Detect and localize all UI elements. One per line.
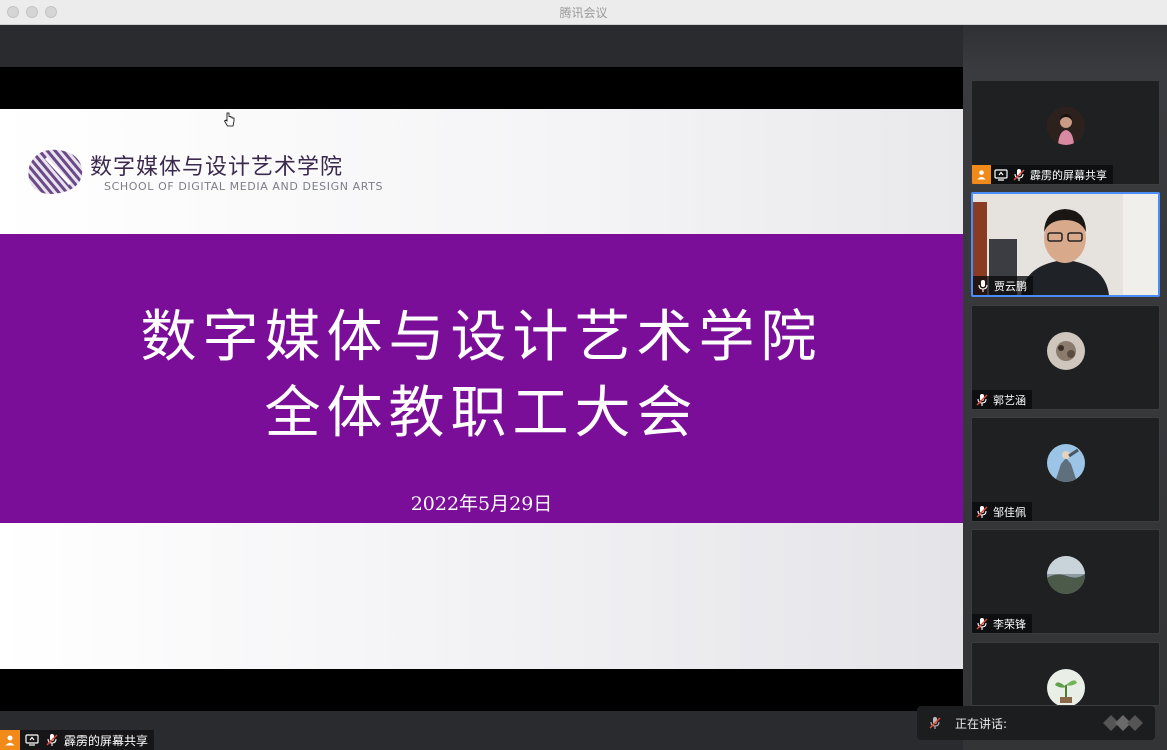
letterbox-top	[0, 67, 963, 109]
mic-muted-icon	[927, 715, 943, 731]
school-logo-icon	[28, 149, 83, 194]
participant-tile[interactable]	[971, 642, 1160, 706]
slide-title-line1: 数字媒体与设计艺术学院	[140, 305, 823, 370]
mic-muted-icon	[974, 392, 990, 408]
slide-date: 2022年5月29日	[410, 493, 553, 515]
screen-share-icon	[24, 732, 40, 748]
participant-name-bar: 霹雳的屏幕共享	[972, 165, 1113, 184]
screen-share-icon	[993, 167, 1009, 183]
mic-muted-icon	[44, 732, 60, 748]
participant-avatar	[1047, 107, 1085, 145]
participant-name-bar: 郭艺涵	[972, 390, 1032, 409]
window-titlebar: 腾讯会议	[0, 0, 1167, 25]
participant-avatar	[1047, 669, 1085, 705]
presentation-slide: 数字媒体与设计艺术学院 SCHOOL OF DIGITAL MEDIA AND …	[0, 109, 963, 669]
mic-muted-icon	[974, 504, 990, 520]
speaking-indicator: 正在讲话:	[917, 706, 1155, 740]
slide-bottom-area	[0, 523, 963, 669]
participant-name: 贾云鹏	[994, 279, 1027, 293]
mic-muted-icon	[974, 616, 990, 632]
hand-cursor-icon	[223, 112, 235, 127]
slide-title-line2: 全体教职工大会	[264, 381, 699, 446]
participant-avatar	[1047, 444, 1085, 482]
participant-video-tile[interactable]: 贾云鹏	[971, 192, 1160, 297]
participant-tile[interactable]: 李荣锋	[971, 529, 1160, 634]
participant-avatar	[1047, 332, 1085, 370]
mic-icon	[975, 278, 991, 294]
window-title: 腾讯会议	[559, 6, 608, 20]
speaking-label: 正在讲话:	[955, 716, 1008, 731]
participant-tile[interactable]: 霹雳的屏幕共享	[971, 80, 1160, 185]
logo-chinese-text: 数字媒体与设计艺术学院	[90, 155, 344, 180]
mic-muted-icon	[1011, 167, 1027, 183]
participant-name-bar: 李荣锋	[972, 614, 1032, 633]
slide-title-band: 数字媒体与设计艺术学院 全体教职工大会 2022年5月29日	[0, 234, 963, 523]
participant-name: 邹佳佩	[993, 505, 1026, 519]
participant-name: 李荣锋	[993, 617, 1026, 631]
presenter-tag: 霹雳的屏幕共享	[0, 730, 155, 750]
presenter-tag-label: 霹雳的屏幕共享	[64, 733, 149, 748]
person-icon	[972, 165, 991, 184]
participant-name-bar: 贾云鹏	[973, 276, 1033, 295]
logo-english-text: SCHOOL OF DIGITAL MEDIA AND DESIGN ARTS	[104, 180, 384, 193]
person-icon	[0, 730, 20, 750]
participant-tile[interactable]: 邹佳佩	[971, 417, 1160, 522]
participant-name: 郭艺涵	[993, 393, 1026, 407]
participant-name: 霹雳的屏幕共享	[1030, 168, 1107, 182]
participant-tile[interactable]: 郭艺涵	[971, 305, 1160, 410]
participant-avatar	[1047, 556, 1085, 594]
participant-name-bar: 邹佳佩	[972, 502, 1032, 521]
tencent-meeting-logo-icon	[1103, 715, 1143, 731]
letterbox-bottom	[0, 669, 963, 711]
